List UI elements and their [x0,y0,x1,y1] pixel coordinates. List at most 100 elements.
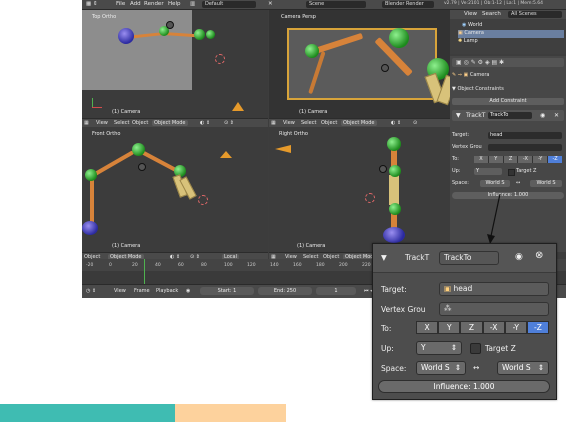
outliner-tab-view[interactable]: View [464,11,477,17]
up-axis-select[interactable]: Y ⇕ [416,341,462,355]
target-field[interactable]: head [488,132,562,139]
constraint-type: TrackT [466,112,486,119]
vertex-group-field[interactable]: ⁂ [439,302,549,316]
axis-y-button[interactable]: Y [438,321,461,334]
shading-icon[interactable]: ◐ ⇕ [200,120,210,126]
menu-select[interactable]: Select [114,120,129,126]
menu-object[interactable]: Object [321,120,337,126]
vertex-group-field[interactable] [488,144,562,151]
axis-neg-z-button[interactable]: -Z [548,156,562,163]
menu-render[interactable]: Render [144,1,164,7]
constraint-name-field[interactable]: TrackTo [488,112,532,119]
axis-y-button[interactable]: Y [488,156,504,163]
target-space-select[interactable]: World S ⇕ [497,361,549,375]
viewport-bottom-right[interactable]: Right Ortho (1) Camera [269,127,450,252]
menu-object[interactable]: Object [132,120,148,126]
camera-target-marker [166,21,174,29]
properties-tab-icons[interactable]: ▣ ◎ ✎ ⚙ ◈ ▤ ✱ [456,59,504,66]
editor-type-icon[interactable]: ▦ [271,120,276,126]
render-engine-select[interactable]: Blender Render [382,1,434,8]
axis-x-button[interactable]: X [474,156,489,163]
owner-space-select[interactable]: World S [480,180,510,187]
orange-band [175,404,286,422]
arm-base [82,221,98,235]
menu-frame[interactable]: Frame [134,288,150,294]
outliner-item-lamp[interactable]: ✺ Lamp [458,38,564,46]
outliner-item-world[interactable]: ◉ World [462,22,564,30]
eye-icon[interactable]: ◉ [540,112,545,119]
collapse-icon[interactable]: ▼ [456,112,461,119]
menu-playback[interactable]: Playback [156,288,178,294]
target-z-checkbox[interactable] [508,169,515,176]
menu-view[interactable]: View [114,288,126,294]
current-frame-field[interactable]: 1 [316,287,356,295]
menu-view[interactable]: View [283,120,295,126]
menu-help[interactable]: Help [168,1,181,7]
up-axis-select[interactable]: Y [474,168,502,175]
collapse-icon[interactable]: ▼ [381,253,387,262]
editor-type-icon[interactable]: ▦ ⇕ [86,1,98,7]
viewport-top-right[interactable]: Camera Persp (1) Camera [269,10,450,118]
close-layout-icon[interactable]: ✕ [268,1,273,7]
close-icon[interactable]: ⊗ [535,250,543,261]
outliner-tab-search[interactable]: Search [482,11,501,17]
zoom-constraint-header: ▼ TrackT TrackTo ◉ ⊗ [373,244,556,273]
pivot-icon[interactable]: ⊙ [413,120,417,126]
viewport-label: Front Ortho [92,131,121,137]
eye-icon[interactable]: ◉ [515,252,523,262]
constraints-section-header[interactable]: ▼ Object Constraints [452,86,564,94]
scene-field[interactable]: Scene [306,1,366,8]
object-icon: ▣ [444,284,452,293]
axis-z-button[interactable]: Z [503,156,519,163]
menu-add[interactable]: Add [130,1,141,7]
3d-cursor[interactable] [198,195,208,205]
axis-neg-y-button[interactable]: -Y [504,321,527,334]
close-icon[interactable]: ✕ [554,112,559,119]
editor-type-icon[interactable]: ▦ [84,120,89,126]
properties-tabs[interactable]: ▣ ◎ ✎ ⚙ ◈ ▤ ✱ [452,58,564,67]
tick-label: 180 [316,263,325,268]
editor-type-icon[interactable]: ◷ ⇕ [86,288,96,294]
outliner-header: View Search All Scenes [450,10,566,19]
shading-icon[interactable]: ◐ ⇕ [391,120,401,126]
camera-object-icon [220,151,232,158]
mode-select[interactable]: Object Mode [341,120,377,126]
vertex-group-icon: ⁂ [444,304,452,313]
end-frame-field[interactable]: End: 250 [258,287,312,295]
current-frame-line[interactable] [144,259,145,285]
viewport-top-left[interactable]: Top Ortho (1) Camera [82,10,268,118]
add-constraint-button[interactable]: Add Constraint [452,98,564,105]
axis-x-button[interactable]: X [416,321,439,334]
owner-space-select[interactable]: World S ⇕ [416,361,466,375]
outliner-scope-select[interactable]: All Scenes [508,11,562,18]
axis-neg-x-button[interactable]: -X [482,321,505,334]
target-field[interactable]: ▣ head [439,282,549,296]
axis-z-button[interactable]: Z [460,321,483,334]
3d-cursor[interactable] [365,193,375,203]
tick-label: 220 [362,263,371,268]
pivot-icon[interactable]: ⊙ ⇕ [224,120,234,126]
camera-target-marker [381,64,389,72]
info-header: ▦ ⇕ File Add Render Help ▥ Default ✕ Sce… [82,0,566,10]
target-z-checkbox[interactable] [470,343,481,354]
screen-layout-field[interactable]: Default [202,1,256,8]
mode-select[interactable]: Object Mode [152,120,188,126]
tick-label: 140 [270,263,279,268]
start-frame-field[interactable]: Start: 1 [200,287,254,295]
menu-view[interactable]: View [96,120,108,126]
axis-neg-y-button[interactable]: -Y [533,156,549,163]
viewport-bottom-left[interactable]: Front Ortho (1) Camera [82,127,268,252]
to-label: To: [381,324,392,333]
axis-neg-x-button[interactable]: -X [518,156,534,163]
callout-arrow [487,193,501,244]
screen-layout-icon[interactable]: ▥ [190,1,195,7]
outliner-item-camera[interactable]: ▣ Camera [458,30,564,38]
constraint-name-field[interactable]: TrackTo [439,251,499,265]
target-space-select[interactable]: World S [530,180,562,187]
menu-file[interactable]: File [116,1,125,7]
influence-slider[interactable]: Influence: 1.000 [378,380,550,393]
3d-cursor[interactable] [215,54,225,64]
menu-select[interactable]: Select [301,120,316,126]
record-icon[interactable]: ◉ [186,288,190,294]
axis-neg-z-button[interactable]: -Z [526,321,550,334]
